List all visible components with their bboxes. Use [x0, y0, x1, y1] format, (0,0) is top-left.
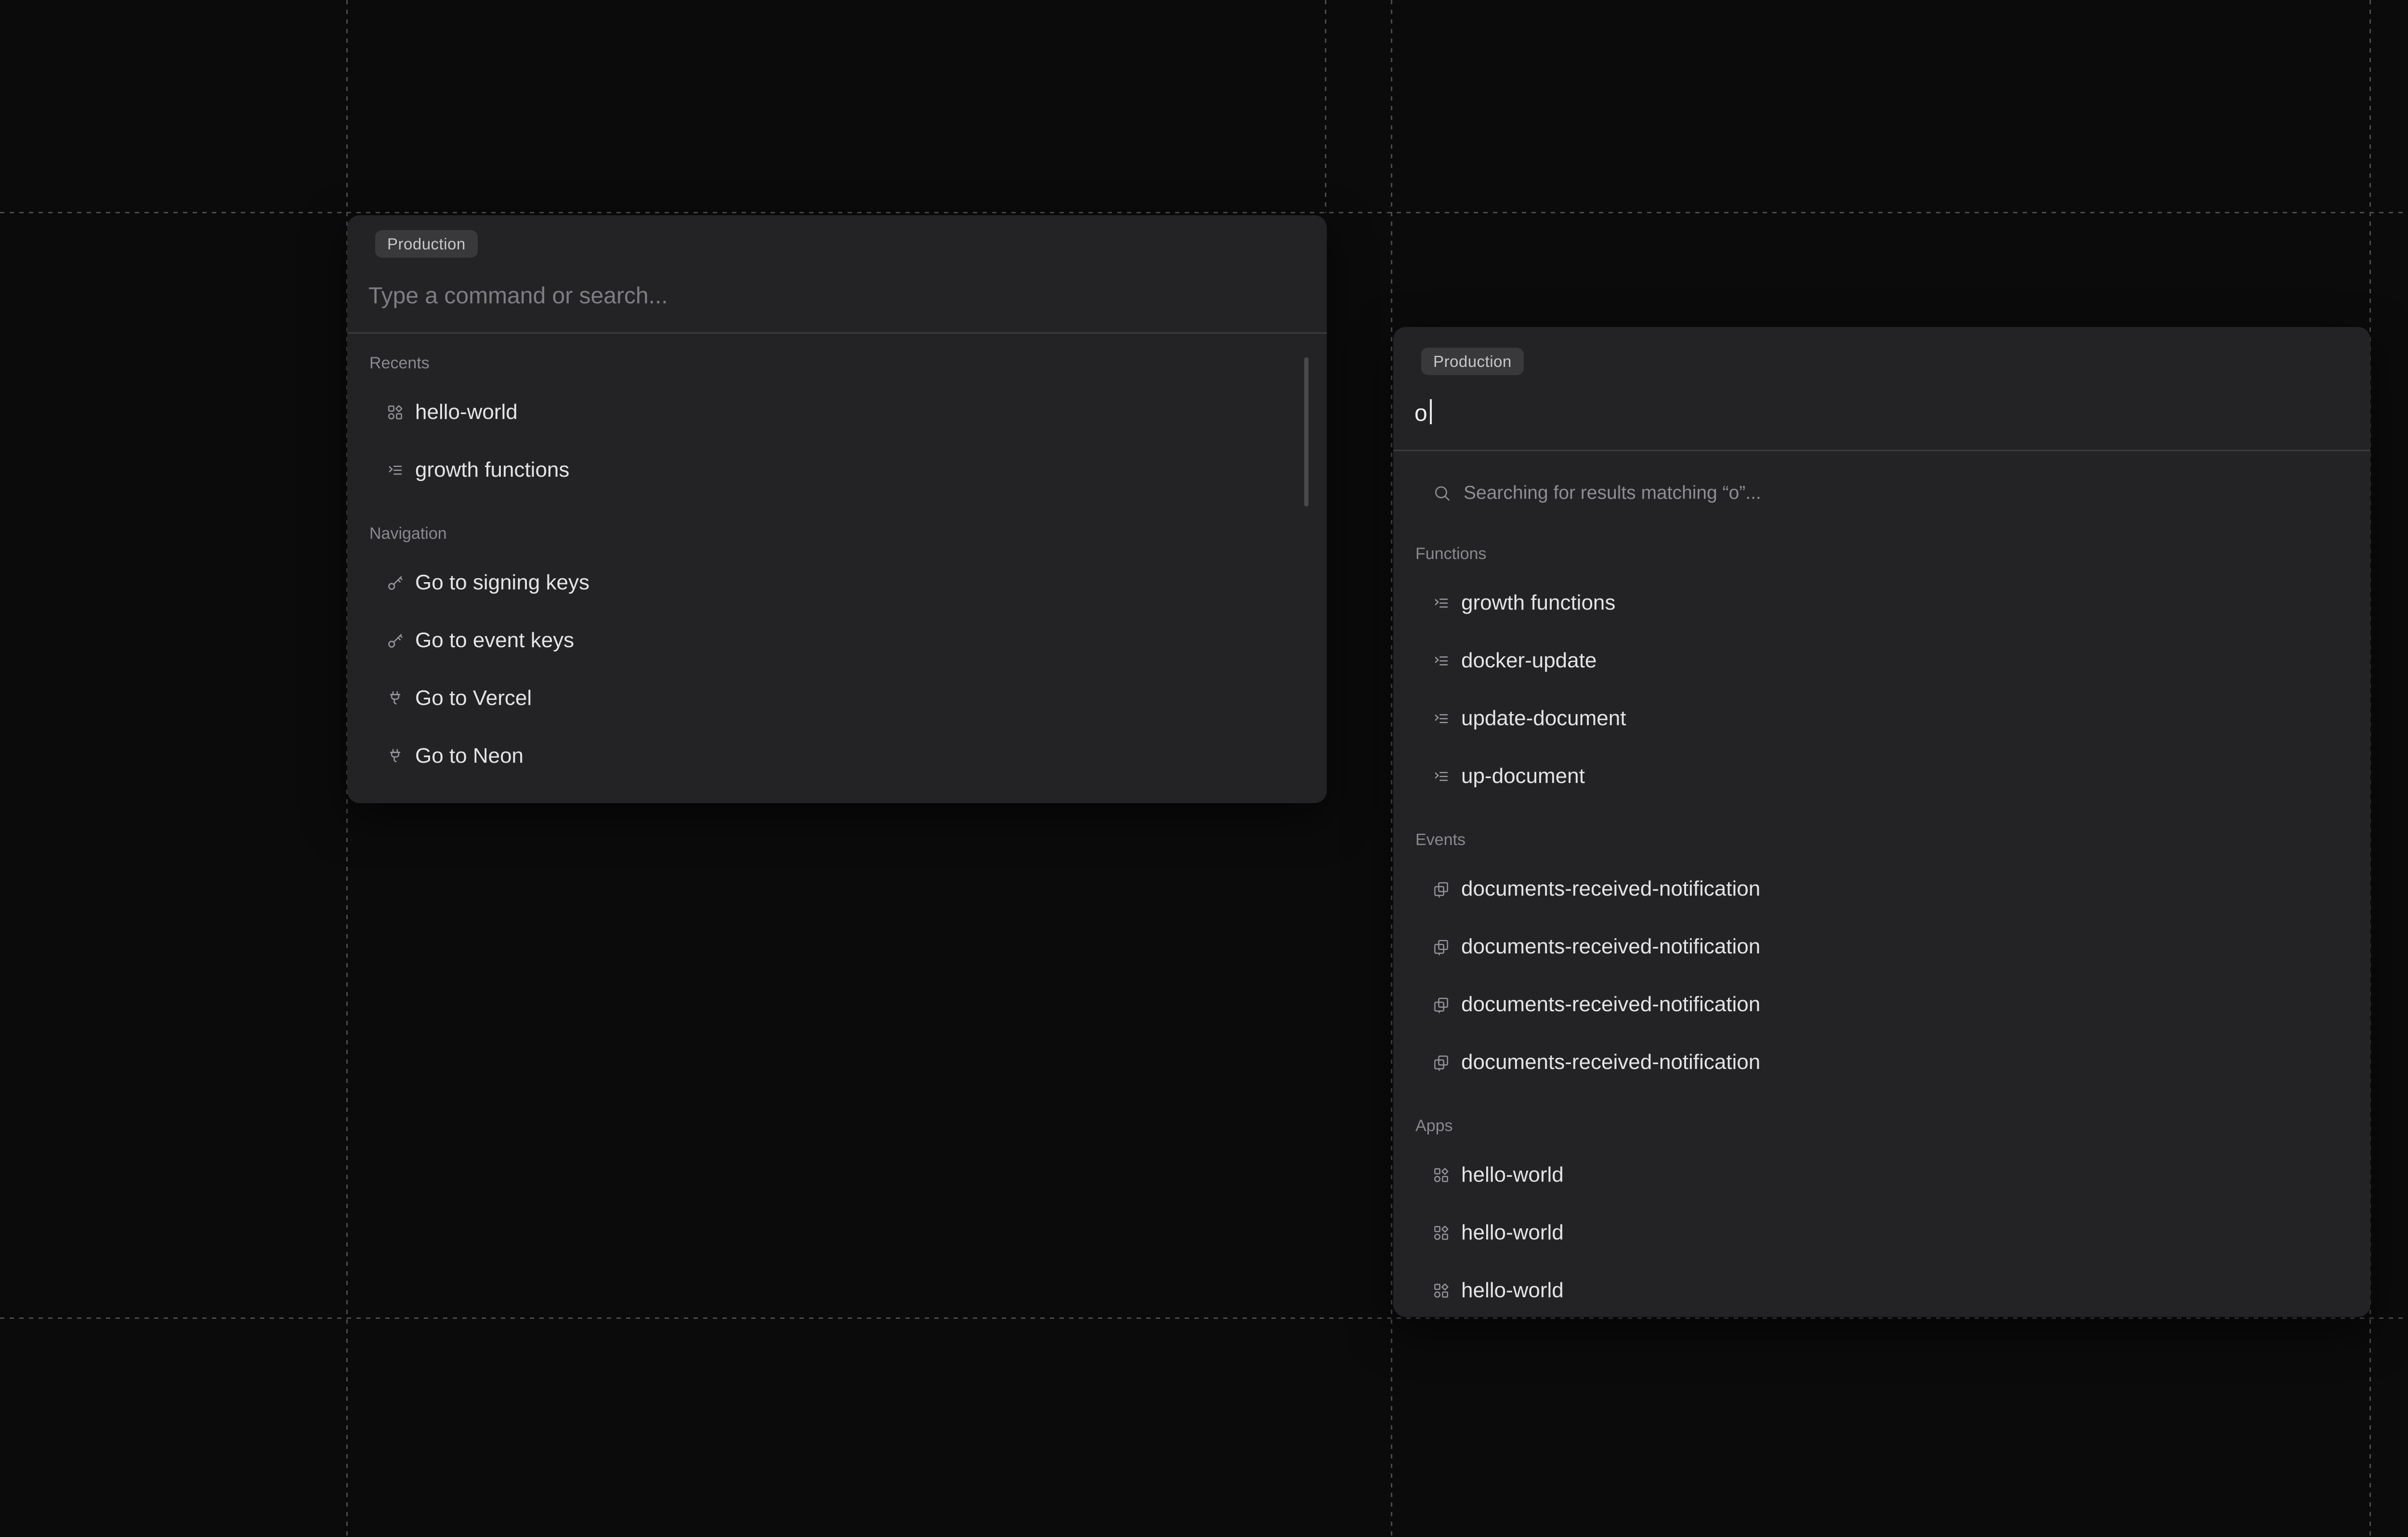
- result-item[interactable]: documents-received-notification: [1393, 860, 2370, 918]
- function-icon: [1433, 710, 1450, 727]
- result-item[interactable]: hello-world: [1393, 1146, 2370, 1204]
- result-item[interactable]: docker-update: [1393, 632, 2370, 690]
- command-palette-searching: Production o Searching for results match…: [1393, 327, 2370, 1317]
- event-icon: [1433, 996, 1450, 1013]
- section-label: Apps: [1393, 1112, 2370, 1139]
- command-palette-idle: Production Type a command or search... R…: [347, 215, 1327, 803]
- event-icon: [1433, 881, 1450, 898]
- result-item-label: documents-received-notification: [1461, 992, 1760, 1016]
- result-item-label: hello-world: [1461, 1163, 1564, 1187]
- result-item-label: documents-received-notification: [1461, 935, 1760, 959]
- function-icon: [387, 462, 404, 479]
- result-item[interactable]: documents-received-notification: [1393, 918, 2370, 976]
- plug-icon: [387, 690, 404, 707]
- result-item-label: Go to event keys: [415, 628, 574, 652]
- plug-icon: [387, 748, 404, 765]
- apps-icon: [387, 404, 404, 421]
- section-label: Navigation: [347, 520, 1327, 547]
- result-item[interactable]: growth functions: [1393, 574, 2370, 632]
- result-item-label: Go to Neon: [415, 744, 523, 768]
- apps-icon: [1433, 1282, 1450, 1299]
- function-icon: [1433, 595, 1450, 612]
- result-item[interactable]: Go to signing keys: [347, 554, 1327, 612]
- result-item[interactable]: Go to Vercel: [347, 669, 1327, 727]
- event-icon: [1433, 938, 1450, 955]
- result-section: Functions growth functions docker-update up…: [1393, 540, 2370, 805]
- result-item[interactable]: hello-world: [1393, 1204, 2370, 1262]
- search-icon: [1433, 484, 1451, 502]
- result-item[interactable]: documents-received-notification: [1393, 976, 2370, 1033]
- search-status-row: Searching for results matching “o”...: [1393, 451, 2370, 524]
- result-item[interactable]: update-document: [1393, 690, 2370, 747]
- event-icon: [1433, 1054, 1450, 1071]
- result-section: Recents hello-world growth functions: [347, 350, 1327, 499]
- result-item[interactable]: up-document: [1393, 747, 2370, 805]
- result-item-label: Go to Vercel: [415, 686, 532, 710]
- result-item-label: Go to signing keys: [415, 571, 589, 595]
- result-item-label: update-document: [1461, 706, 1626, 730]
- function-icon: [1433, 652, 1450, 669]
- result-section: Navigation Go to signing keys Go to event …: [347, 520, 1327, 785]
- result-section: Apps hello-world hello-world hello-world: [1393, 1112, 2370, 1317]
- result-item-label: growth functions: [1461, 591, 1615, 615]
- results-list: Recents hello-world growth functions Naviga…: [347, 350, 1327, 785]
- header-divider: [347, 332, 1327, 334]
- results-list: Functions growth functions docker-update up…: [1393, 540, 2370, 1317]
- result-item-label: documents-received-notification: [1461, 877, 1760, 901]
- section-label: Functions: [1393, 540, 2370, 567]
- command-input[interactable]: o: [1393, 399, 2370, 428]
- text-caret: [1430, 399, 1432, 424]
- command-input-placeholder: Type a command or search...: [368, 283, 668, 309]
- result-item[interactable]: Go to event keys: [347, 612, 1327, 669]
- palette-header: Production Type a command or search...: [347, 215, 1327, 311]
- result-item-label: hello-world: [415, 400, 518, 424]
- command-input-value: o: [1414, 401, 1427, 426]
- grid-guide-horizontal-1: [0, 212, 2408, 213]
- environment-badge: Production: [375, 230, 478, 258]
- apps-icon: [1433, 1167, 1450, 1184]
- result-item[interactable]: hello-world: [1393, 1262, 2370, 1317]
- result-item[interactable]: documents-received-notification: [1393, 1033, 2370, 1091]
- scrollbar-thumb[interactable]: [1304, 357, 1309, 507]
- environment-badge: Production: [1421, 348, 1524, 375]
- key-icon: [387, 632, 404, 649]
- key-icon: [387, 574, 404, 591]
- grid-guide-vertical-3: [1391, 0, 1392, 1537]
- search-status-text: Searching for results matching “o”...: [1464, 482, 1761, 504]
- result-item[interactable]: hello-world: [347, 383, 1327, 441]
- result-item-label: documents-received-notification: [1461, 1050, 1760, 1074]
- apps-icon: [1433, 1224, 1450, 1241]
- result-section: Events documents-received-notification doc…: [1393, 826, 2370, 1091]
- palette-header: Production o: [1393, 327, 2370, 428]
- grid-guide-horizontal-2: [0, 1317, 2408, 1319]
- result-item-label: up-document: [1461, 764, 1585, 788]
- grid-guide-vertical-2: [1325, 0, 1326, 213]
- section-label: Events: [1393, 826, 2370, 853]
- section-label: Recents: [347, 350, 1327, 377]
- result-item-label: hello-world: [1461, 1221, 1564, 1245]
- result-item[interactable]: Go to Neon: [347, 727, 1327, 785]
- result-item[interactable]: growth functions: [347, 441, 1327, 499]
- result-item-label: docker-update: [1461, 649, 1597, 673]
- result-item-label: hello-world: [1461, 1278, 1564, 1303]
- function-icon: [1433, 768, 1450, 785]
- command-input[interactable]: Type a command or search...: [347, 282, 1327, 311]
- result-item-label: growth functions: [415, 458, 569, 482]
